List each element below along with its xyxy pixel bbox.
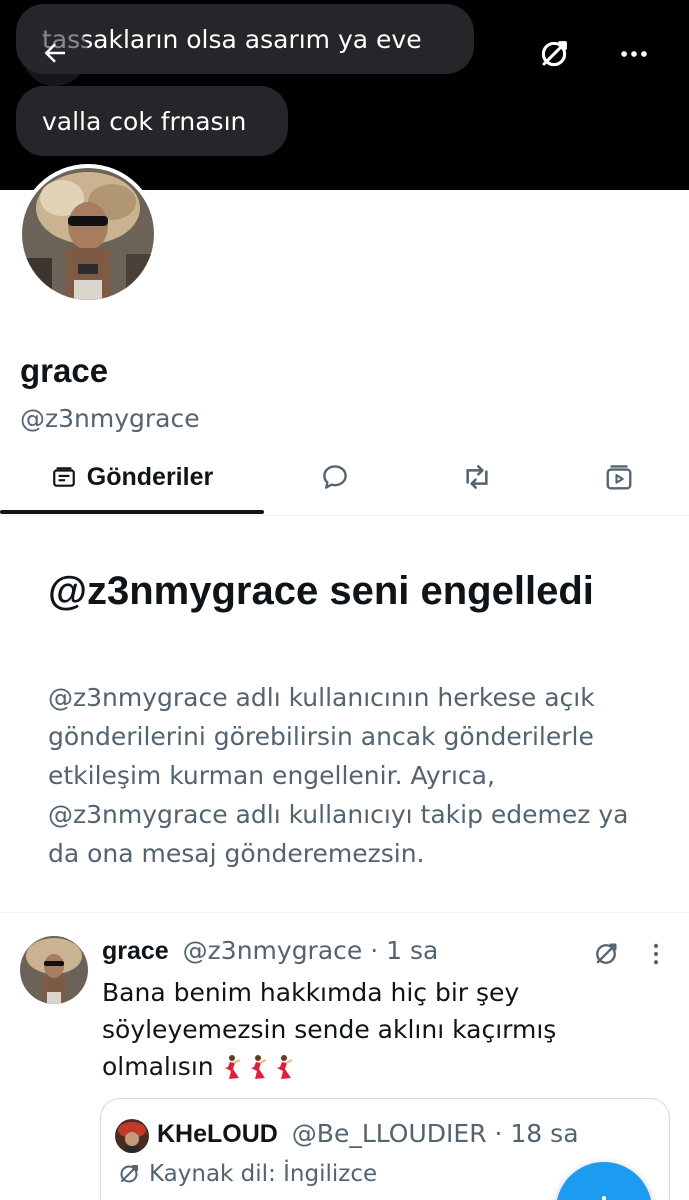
translate-icon [120,1165,138,1183]
more-options-button[interactable] [604,24,664,84]
translate-icon [541,41,567,67]
post-author-handle[interactable]: @z3nmygrace [183,936,363,965]
quote-source-language[interactable]: Kaynak dil: İngilizce [117,1161,377,1187]
quote-author-handle: @Be_LLOUDIER [291,1119,487,1148]
blocked-description: @z3nmygrace adlı kullanıcının herkese aç… [48,683,629,868]
arrow-left-icon [44,43,65,63]
tab-posts-label: Gönderiler [86,462,214,491]
chat-message-1: tassakların olsa asarım ya eve [42,24,422,54]
tab-replies[interactable] [300,440,370,514]
profile-avatar[interactable] [18,164,158,304]
tab-posts[interactable]: Gönderiler [0,440,264,514]
post-author-name[interactable]: grace [102,937,169,965]
quote-time: 18 sa [510,1119,579,1148]
media-icon [606,465,632,490]
quote-separator: · [486,1119,511,1148]
posts-icon [52,467,75,487]
profile-tabs: Gönderiler [0,440,689,516]
post-header: grace @z3nmygrace · 1 sa [102,936,438,966]
post-translate-button[interactable] [592,940,620,972]
post-body: Bana benim hakkımda hiç bir şey söyleyem… [102,978,557,1081]
translate-button[interactable] [524,24,584,84]
profile-banner: tassakların olsa asarım ya eve valla cok… [0,0,689,190]
quote-avatar [115,1119,149,1153]
tab-reposts[interactable] [442,440,512,514]
avatar-image [115,1119,149,1153]
profile-handle: @z3nmygrace [20,404,200,433]
dancer-emoji-icon [250,1055,267,1079]
post-avatar[interactable] [20,936,88,1004]
dancer-emoji-icon [224,1055,241,1079]
active-tab-indicator [0,510,264,514]
quote-header: KHeLOUD @Be_LLOUDIER · 18 sa [157,1119,579,1149]
divider [0,912,689,913]
post-time[interactable]: 1 sa [386,936,438,965]
avatar-image [22,168,154,300]
more-vertical-icon [653,943,659,965]
chat-bubble: valla cok frnasın [16,86,288,156]
plus-icon [602,1196,606,1200]
dancer-emojis [220,1055,294,1081]
translate-icon [596,943,617,964]
dancer-emoji-icon [276,1055,293,1079]
profile-name: grace [20,352,109,389]
back-button[interactable] [22,20,88,86]
tab-media[interactable] [584,440,654,514]
post-text: Bana benim hakkımda hiç bir şey söyleyem… [102,974,582,1085]
more-horizontal-icon [621,51,647,57]
blocked-title: @z3nmygrace seni engelledi [48,569,594,613]
post-separator: · [362,936,387,965]
repost-icon [466,465,488,489]
quote-source-label: Kaynak dil: İngilizce [149,1161,378,1187]
reply-icon [323,465,347,489]
avatar-image [20,936,88,1004]
quote-author-name: KHeLOUD [157,1120,278,1148]
post-more-button[interactable] [648,940,664,972]
chat-message-2: valla cok frnasın [42,106,247,136]
